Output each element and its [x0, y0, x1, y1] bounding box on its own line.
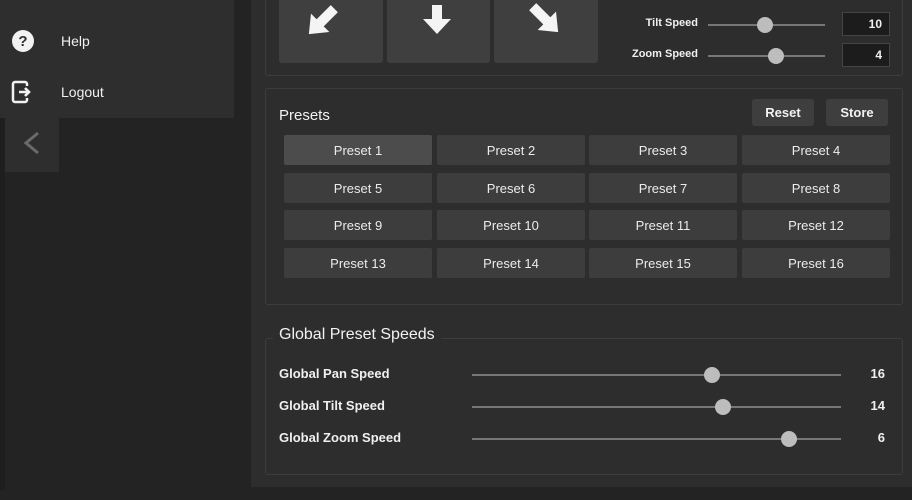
global-speed-label: Global Tilt Speed [279, 398, 385, 413]
pan-down-left-button[interactable] [279, 0, 383, 63]
zoom-speed-slider[interactable] [708, 55, 825, 57]
presets-title: Presets [279, 107, 330, 124]
global-speed-label: Global Zoom Speed [279, 430, 402, 445]
zoom-speed-value[interactable]: 4 [842, 43, 890, 67]
preset-button[interactable]: Preset 16 [742, 248, 890, 278]
sidebar-menu: ? Help Logout [0, 0, 234, 118]
preset-button[interactable]: Preset 6 [437, 173, 585, 203]
help-icon: ? [11, 29, 35, 53]
global-speed-value: 16 [870, 366, 885, 381]
preset-button[interactable]: Preset 10 [437, 210, 585, 240]
preset-button[interactable]: Preset 3 [589, 135, 737, 165]
tilt-speed-row: Tilt Speed 10 [622, 12, 902, 36]
preset-button[interactable]: Preset 4 [742, 135, 890, 165]
preset-button[interactable]: Preset 1 [284, 135, 432, 165]
arrow-down-left-icon [308, 5, 338, 35]
preset-button[interactable]: Preset 14 [437, 248, 585, 278]
preset-button[interactable]: Preset 7 [589, 173, 737, 203]
preset-button[interactable]: Preset 13 [284, 248, 432, 278]
preset-button[interactable]: Preset 5 [284, 173, 432, 203]
tilt-down-button[interactable] [387, 0, 490, 63]
global-speed-slider[interactable] [472, 374, 841, 376]
sidebar-item-label: Help [61, 33, 90, 49]
sidebar-shadow [0, 118, 5, 490]
sidebar-item-label: Logout [61, 84, 104, 100]
pan-down-right-button[interactable] [494, 0, 598, 63]
arrow-down-icon [423, 5, 451, 34]
zoom-speed-row: Zoom Speed 4 [622, 43, 902, 67]
global-speed-slider-handle[interactable] [703, 367, 720, 383]
store-button[interactable]: Store [826, 99, 888, 126]
preset-button[interactable]: Preset 12 [742, 210, 890, 240]
global-preset-speeds-title: Global Preset Speeds [273, 326, 441, 344]
zoom-speed-label: Zoom Speed [631, 48, 698, 60]
preset-button[interactable]: Preset 11 [589, 210, 737, 240]
preset-button[interactable]: Preset 9 [284, 210, 432, 240]
chevron-left-icon [21, 130, 43, 161]
arrow-down-right-icon [529, 3, 559, 33]
global-speed-slider-handle[interactable] [714, 399, 731, 415]
zoom-speed-slider-handle[interactable] [767, 48, 784, 64]
global-speed-slider[interactable] [472, 406, 841, 408]
preset-button[interactable]: Preset 2 [437, 135, 585, 165]
preset-button[interactable]: Preset 8 [742, 173, 890, 203]
logout-icon [11, 80, 35, 104]
global-speed-value: 6 [877, 430, 885, 445]
tilt-speed-slider-handle[interactable] [757, 17, 774, 33]
preset-button[interactable]: Preset 15 [589, 248, 737, 278]
tilt-speed-value[interactable]: 10 [842, 12, 890, 36]
sidebar-item-logout[interactable]: Logout [0, 72, 234, 112]
reset-button[interactable]: Reset [752, 99, 814, 126]
sidebar-item-help[interactable]: ? Help [0, 21, 234, 61]
global-speed-value: 14 [870, 398, 885, 413]
global-speed-label: Global Pan Speed [279, 366, 390, 381]
svg-text:?: ? [18, 33, 27, 50]
collapse-sidebar-button[interactable] [5, 118, 59, 172]
tilt-speed-label: Tilt Speed [645, 17, 698, 29]
